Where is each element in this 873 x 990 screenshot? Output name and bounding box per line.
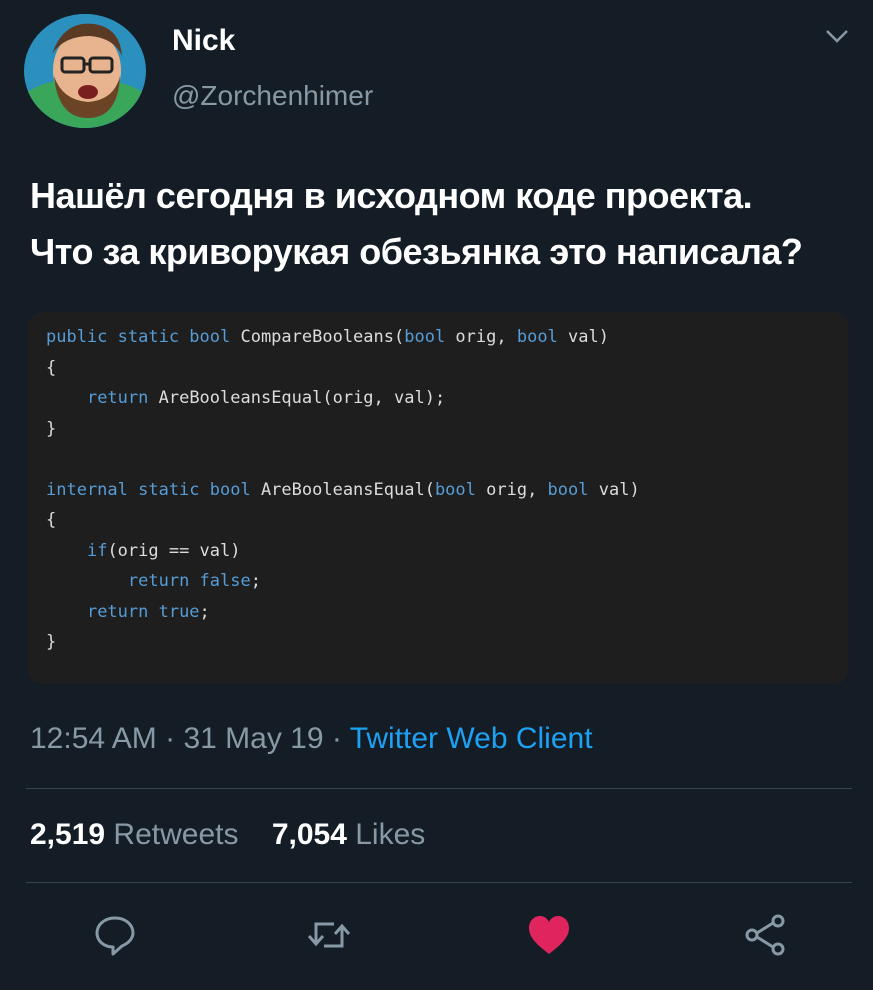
code-keyword: return false — [127, 571, 251, 591]
code-keyword: bool — [434, 479, 476, 500]
tweet-date[interactable]: 31 May 19 — [183, 722, 323, 755]
tweet-time[interactable]: 12:54 AM — [30, 722, 157, 755]
code-line: internal static bool AreBooleansEqual(bo… — [46, 475, 640, 506]
likes-label: Likes — [355, 818, 426, 851]
code-token: } — [46, 632, 57, 652]
code-token: { — [46, 510, 57, 530]
code-keyword: bool — [404, 327, 446, 347]
code-line: } — [46, 627, 640, 658]
share-icon[interactable] — [742, 912, 788, 958]
heart-icon[interactable] — [526, 912, 572, 958]
code-token: orig, — [475, 479, 548, 500]
retweet-icon[interactable] — [306, 912, 352, 958]
divider — [26, 788, 852, 789]
code-token: { — [46, 357, 57, 378]
retweets-stat[interactable]: 2,519 Retweets — [30, 818, 238, 851]
code-line: { — [46, 505, 640, 536]
code-token: (orig == val) — [107, 540, 241, 561]
code-line: } — [46, 414, 640, 445]
code-line: { — [46, 353, 640, 384]
retweets-label: Retweets — [113, 818, 239, 851]
chevron-down-icon[interactable] — [823, 26, 851, 46]
code-keyword: return — [86, 388, 149, 408]
likes-stat[interactable]: 7,054 Likes — [272, 818, 425, 851]
code-token: } — [46, 418, 57, 439]
code-keyword: bool — [547, 479, 589, 500]
code-token: CompareBooleans( — [230, 327, 405, 347]
code-keyword: internal static bool — [46, 479, 251, 500]
tweet-text-line: Нашёл сегодня в исходном коде проекта. — [30, 175, 753, 216]
code-line: return true; — [46, 597, 640, 628]
tweet-text-line: Что за криворукая обезьянка это написала… — [30, 231, 803, 272]
meta-separator: · — [331, 722, 342, 755]
code-token: ; — [250, 571, 261, 591]
code-token: AreBooleansEqual( — [250, 479, 435, 500]
code-token: val) — [588, 479, 640, 500]
engagement-stats: 2,519 Retweets 7,054 Likes — [30, 818, 425, 852]
tweet-text: Нашёл сегодня в исходном коде проекта. Ч… — [30, 168, 850, 280]
reply-icon[interactable] — [92, 912, 138, 958]
code-line: public static bool CompareBooleans(bool … — [46, 322, 640, 353]
code-keyword: bool — [516, 327, 558, 347]
code-token: val) — [557, 327, 609, 347]
meta-separator: · — [165, 722, 176, 755]
code-token: ; — [199, 601, 210, 622]
author-handle[interactable]: @Zorchenhimer — [172, 80, 373, 112]
code-line: return AreBooleansEqual(orig, val); — [46, 383, 640, 414]
code-token: AreBooleansEqual(orig, val); — [148, 388, 446, 408]
retweets-count: 2,519 — [30, 818, 106, 851]
tweet-meta: 12:54 AM · 31 May 19 · Twitter Web Clien… — [30, 722, 593, 756]
divider — [26, 882, 852, 883]
likes-count: 7,054 — [271, 818, 347, 851]
code-keyword: public static bool — [46, 327, 231, 347]
code-image[interactable]: public static bool CompareBooleans(bool … — [28, 312, 848, 684]
author-name[interactable]: Nick — [172, 24, 235, 58]
tweet-source[interactable]: Twitter Web Client — [350, 722, 593, 755]
avatar[interactable] — [24, 14, 146, 128]
code-line: if(orig == val) — [46, 536, 640, 567]
code-keyword: if — [86, 540, 108, 561]
code-block: public static bool CompareBooleans(bool … — [46, 322, 640, 658]
code-line: return false; — [46, 566, 640, 597]
code-keyword: return true — [86, 601, 200, 622]
code-token: orig, — [445, 327, 517, 347]
